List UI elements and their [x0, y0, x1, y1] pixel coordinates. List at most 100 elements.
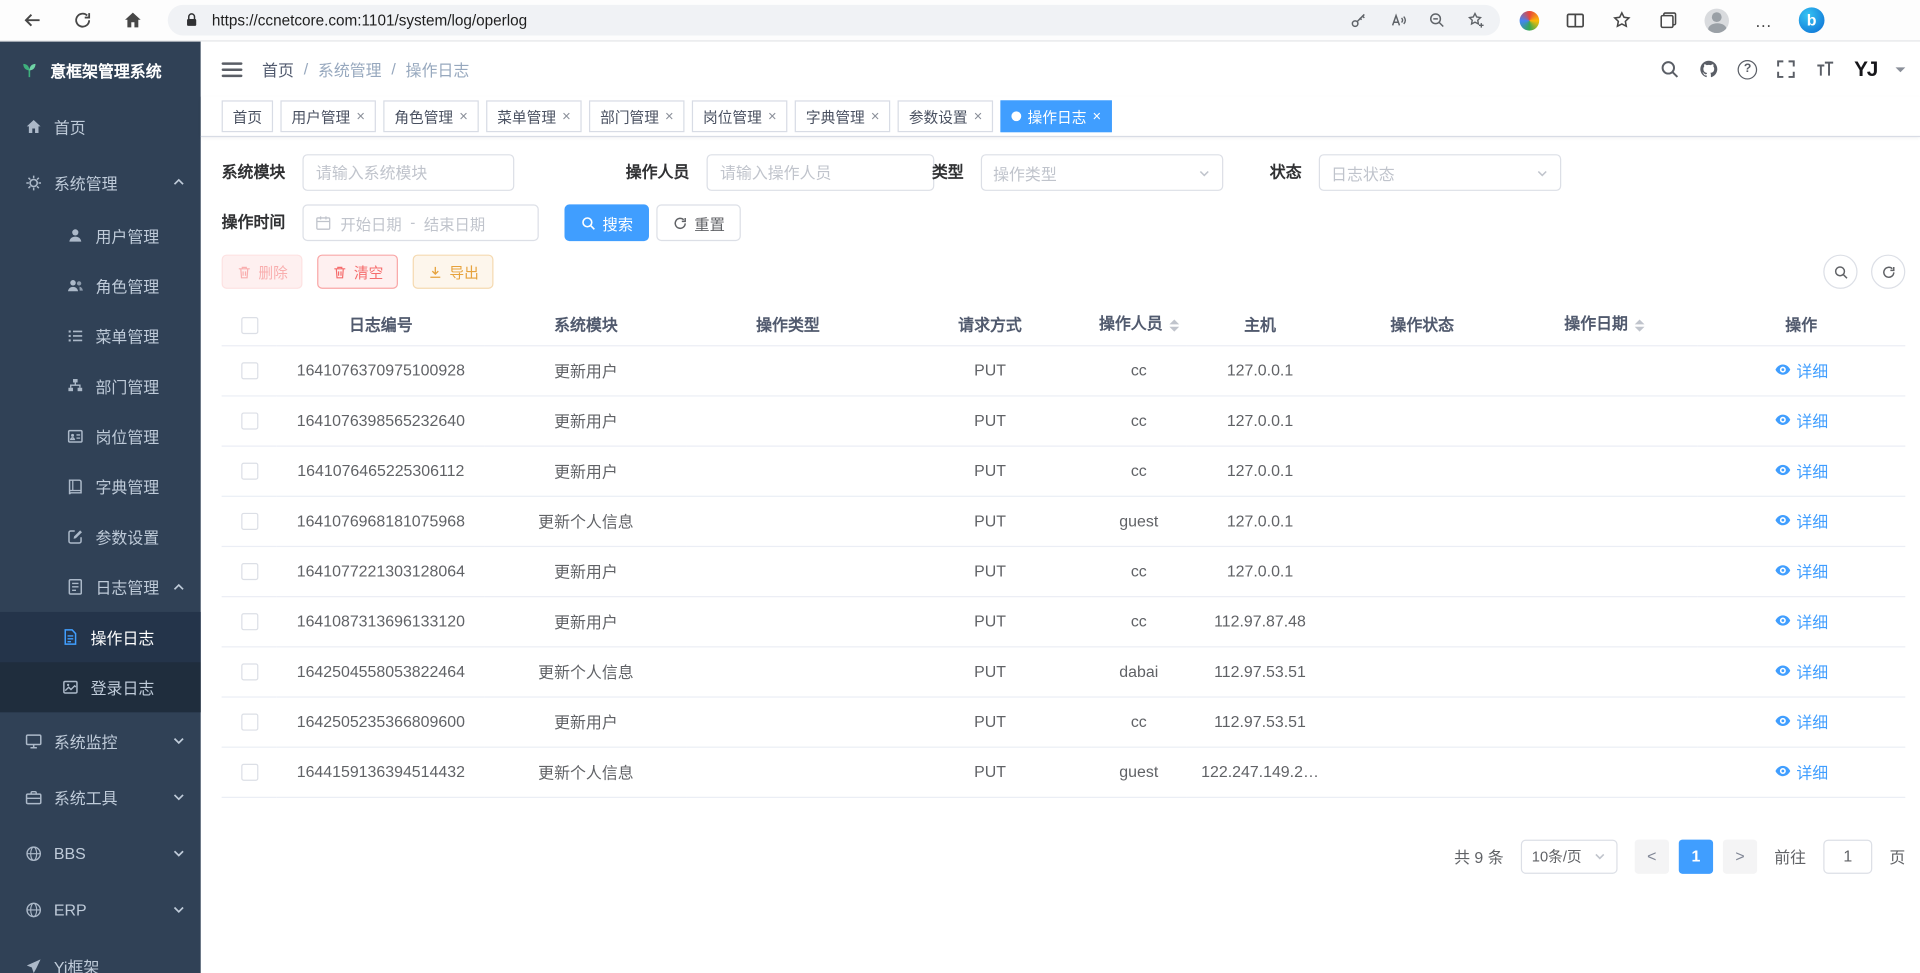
tab-close-icon[interactable]: ×	[356, 109, 365, 124]
tab-home[interactable]: 首页	[222, 100, 273, 132]
tab-dept-mgmt[interactable]: 部门管理×	[589, 100, 685, 132]
row-checkbox[interactable]	[241, 413, 258, 430]
sidebar-item-log-mgmt[interactable]: 日志管理	[0, 562, 201, 612]
refresh-icon[interactable]	[72, 10, 93, 31]
export-button[interactable]: 导出	[413, 255, 494, 289]
row-checkbox[interactable]	[241, 563, 258, 580]
row-checkbox[interactable]	[241, 363, 258, 380]
sort-icon[interactable]	[1634, 315, 1644, 337]
favorites-bar-icon[interactable]	[1611, 10, 1632, 31]
sidebar-item-oper-log[interactable]: 操作日志	[0, 612, 201, 662]
font-size-icon[interactable]	[1815, 59, 1836, 80]
avatar-caret-icon[interactable]	[1896, 67, 1906, 77]
zoom-out-icon[interactable]	[1428, 11, 1446, 29]
breadcrumb-item[interactable]: 首页	[262, 58, 294, 81]
reset-button[interactable]: 重置	[656, 204, 741, 241]
sidebar-item-dict-mgmt[interactable]: 字典管理	[0, 461, 201, 511]
collections-icon[interactable]	[1658, 10, 1679, 31]
url-text[interactable]: https://ccnetcore.com:1101/system/log/op…	[212, 12, 1339, 29]
detail-link[interactable]: 详细	[1774, 760, 1828, 783]
tab-user-mgmt[interactable]: 用户管理×	[280, 100, 376, 132]
row-checkbox[interactable]	[241, 714, 258, 731]
help-icon[interactable]: ?	[1738, 59, 1758, 79]
tab-close-icon[interactable]: ×	[459, 109, 468, 124]
sidebar-item-system-monitor[interactable]: 系统监控	[0, 712, 201, 768]
address-bar[interactable]: https://ccnetcore.com:1101/system/log/op…	[168, 5, 1500, 36]
detail-link[interactable]: 详细	[1774, 509, 1828, 532]
tab-close-icon[interactable]: ×	[562, 109, 571, 124]
row-checkbox[interactable]	[241, 513, 258, 530]
sidebar-item-home[interactable]: 首页	[0, 98, 201, 154]
tab-close-icon[interactable]: ×	[665, 109, 674, 124]
read-aloud-icon[interactable]	[1389, 11, 1407, 29]
col-operator[interactable]: 操作人员	[1091, 304, 1187, 346]
split-screen-icon[interactable]	[1565, 10, 1586, 31]
tab-close-icon[interactable]: ×	[974, 109, 983, 124]
sidebar-item-bbs[interactable]: BBS	[0, 825, 201, 881]
detail-link[interactable]: 详细	[1774, 609, 1828, 632]
sidebar-item-system-mgmt[interactable]: 系统管理	[0, 154, 201, 210]
sidebar-item-param-settings[interactable]: 参数设置	[0, 512, 201, 562]
sidebar-item-dept-mgmt[interactable]: 部门管理	[0, 361, 201, 411]
breadcrumb-item[interactable]: 系统管理	[318, 58, 382, 81]
tab-close-icon[interactable]: ×	[871, 109, 880, 124]
home-icon[interactable]	[122, 10, 143, 31]
select-all-checkbox[interactable]	[241, 316, 258, 333]
next-page-button[interactable]: >	[1723, 839, 1757, 873]
goto-page-input[interactable]	[1823, 839, 1872, 873]
type-select[interactable]: 操作类型	[981, 154, 1223, 191]
search-icon[interactable]	[1659, 59, 1680, 80]
fullscreen-icon[interactable]	[1776, 59, 1797, 80]
sidebar-item-yi-framework[interactable]: Yi框架	[0, 938, 201, 973]
password-key-icon[interactable]	[1349, 11, 1367, 29]
col-date[interactable]: 操作日期	[1511, 304, 1697, 346]
browser-profile-avatar[interactable]	[1705, 8, 1729, 32]
refresh-table-button[interactable]	[1871, 255, 1905, 289]
tab-close-icon[interactable]: ×	[1093, 109, 1102, 124]
tab-post-mgmt[interactable]: 岗位管理×	[692, 100, 788, 132]
detail-link[interactable]: 详细	[1774, 559, 1828, 582]
sidebar-item-menu-mgmt[interactable]: 菜单管理	[0, 311, 201, 361]
tab-role-mgmt[interactable]: 角色管理×	[383, 100, 479, 132]
delete-button[interactable]: 删除	[222, 255, 303, 289]
back-icon[interactable]	[22, 10, 43, 31]
tab-menu-mgmt[interactable]: 菜单管理×	[486, 100, 582, 132]
sidebar-item-user-mgmt[interactable]: 用户管理	[0, 211, 201, 261]
row-checkbox[interactable]	[241, 614, 258, 631]
page-number-button[interactable]: 1	[1679, 839, 1713, 873]
prev-page-button[interactable]: <	[1635, 839, 1669, 873]
sidebar-item-erp[interactable]: ERP	[0, 881, 201, 937]
collapse-sidebar-icon[interactable]	[222, 62, 243, 77]
show-search-toggle-button[interactable]	[1823, 255, 1857, 289]
browser-more-icon[interactable]: …	[1755, 10, 1773, 30]
tab-param-settings[interactable]: 参数设置×	[898, 100, 994, 132]
github-icon[interactable]	[1699, 59, 1720, 80]
clear-button[interactable]: 清空	[317, 255, 398, 289]
sort-icon[interactable]	[1169, 315, 1179, 337]
extension-pinwheel-icon[interactable]	[1520, 10, 1540, 30]
detail-link[interactable]: 详细	[1774, 459, 1828, 482]
status-select[interactable]: 日志状态	[1319, 154, 1561, 191]
module-input[interactable]	[302, 154, 514, 191]
tab-close-icon[interactable]: ×	[768, 109, 777, 124]
sidebar-item-system-tools[interactable]: 系统工具	[0, 769, 201, 825]
detail-link[interactable]: 详细	[1774, 408, 1828, 431]
user-avatar[interactable]: YJ	[1854, 57, 1877, 81]
page-size-select[interactable]: 10条/页	[1521, 839, 1618, 873]
date-range-picker[interactable]: 开始日期 - 结束日期	[302, 204, 538, 241]
add-favorite-icon[interactable]	[1467, 11, 1485, 29]
sidebar-item-login-log[interactable]: 登录日志	[0, 662, 201, 712]
row-checkbox[interactable]	[241, 463, 258, 480]
sidebar-item-role-mgmt[interactable]: 角色管理	[0, 261, 201, 311]
search-button[interactable]: 搜索	[564, 204, 649, 241]
detail-link[interactable]: 详细	[1774, 659, 1828, 682]
tab-dict-mgmt[interactable]: 字典管理×	[795, 100, 891, 132]
row-checkbox[interactable]	[241, 664, 258, 681]
row-checkbox[interactable]	[241, 764, 258, 781]
detail-link[interactable]: 详细	[1774, 710, 1828, 733]
tab-oper-log[interactable]: 操作日志×	[1001, 100, 1112, 132]
bing-icon[interactable]: b	[1799, 7, 1825, 33]
detail-link[interactable]: 详细	[1774, 358, 1828, 381]
operator-input[interactable]	[707, 154, 935, 191]
sidebar-item-post-mgmt[interactable]: 岗位管理	[0, 411, 201, 461]
